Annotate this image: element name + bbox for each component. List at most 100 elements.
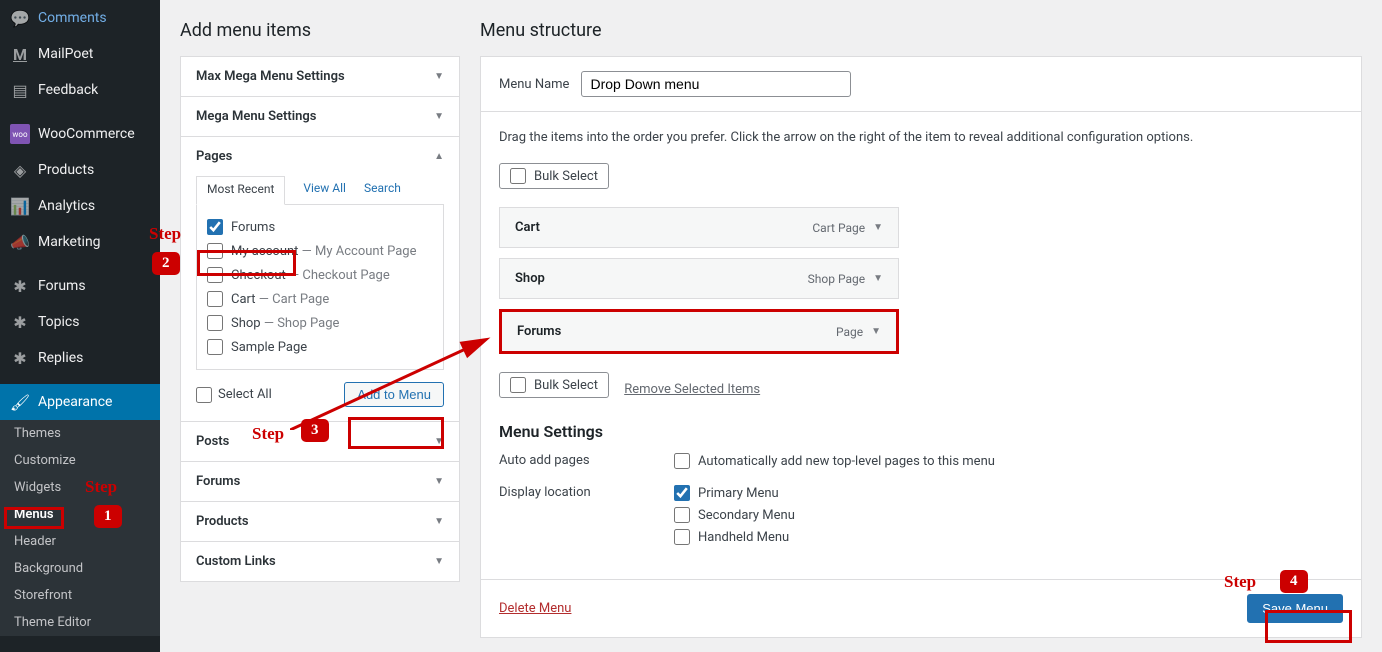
forums-icon: ✱ <box>10 276 30 296</box>
page-item-checkout[interactable]: Checkout — Checkout Page <box>207 263 433 287</box>
panel-custom-links: Custom Links▼ <box>180 541 460 582</box>
handheld-menu-checkbox[interactable] <box>674 529 690 545</box>
sidebar-item-forums[interactable]: ✱Forums <box>0 268 160 304</box>
bulk-select-checkbox-top[interactable] <box>510 168 526 184</box>
sidebar-item-replies[interactable]: ✱Replies <box>0 340 160 376</box>
display-location-options: Primary Menu Secondary Menu Handheld Men… <box>674 485 795 551</box>
select-all-row: Select All Add to Menu <box>196 370 444 407</box>
menu-items-list: Cart Cart Page▼ Shop Shop Page▼ Forums P… <box>499 207 1343 354</box>
submenu-background[interactable]: Background <box>0 555 160 582</box>
page-checkbox-forums[interactable] <box>207 219 223 235</box>
appearance-icon: 🖌 <box>10 392 30 412</box>
panel-header-pages[interactable]: Pages▲ <box>181 137 459 176</box>
submenu-customize[interactable]: Customize <box>0 447 160 474</box>
menu-frame: Menu Name Drag the items into the order … <box>480 56 1362 638</box>
display-option-primary[interactable]: Primary Menu <box>674 485 795 501</box>
panel-header-posts[interactable]: Posts▼ <box>181 422 459 461</box>
panel-header-max-mega-menu[interactable]: Max Mega Menu Settings▼ <box>181 57 459 96</box>
analytics-icon: 📊 <box>10 196 30 216</box>
page-item-cart[interactable]: Cart — Cart Page <box>207 287 433 311</box>
panel-header-products[interactable]: Products▼ <box>181 502 459 541</box>
comments-icon: 💬 <box>10 8 30 28</box>
pages-tabs: Most Recent View All Search <box>196 176 444 205</box>
page-checkbox-checkout[interactable] <box>207 267 223 283</box>
select-all-label[interactable]: Select All <box>196 387 272 403</box>
mailpoet-icon: M <box>10 44 30 64</box>
display-location-row: Display location Primary Menu Secondary … <box>499 485 1343 551</box>
menu-item-shop[interactable]: Shop Shop Page▼ <box>499 258 899 299</box>
chevron-down-icon[interactable]: ▼ <box>873 273 883 284</box>
primary-menu-checkbox[interactable] <box>674 485 690 501</box>
panel-max-mega-menu: Max Mega Menu Settings▼ <box>180 56 460 97</box>
add-to-menu-button[interactable]: Add to Menu <box>344 382 444 407</box>
submenu-widgets[interactable]: Widgets <box>0 474 160 501</box>
tab-most-recent[interactable]: Most Recent <box>196 176 285 205</box>
display-option-handheld[interactable]: Handheld Menu <box>674 529 795 545</box>
select-all-checkbox[interactable] <box>196 387 212 403</box>
page-checkbox-sample-page[interactable] <box>207 339 223 355</box>
admin-sidebar: 💬Comments MMailPoet ▤Feedback wooWooComm… <box>0 0 160 652</box>
panel-forums: Forums▼ <box>180 461 460 502</box>
page-item-shop[interactable]: Shop — Shop Page <box>207 311 433 335</box>
tab-search[interactable]: Search <box>364 176 401 204</box>
sidebar-item-analytics[interactable]: 📊Analytics <box>0 188 160 224</box>
sidebar-item-feedback[interactable]: ▤Feedback <box>0 72 160 108</box>
add-menu-items-title: Add menu items <box>180 0 460 56</box>
page-item-my-account[interactable]: My account — My Account Page <box>207 239 433 263</box>
chevron-down-icon[interactable]: ▼ <box>873 222 883 233</box>
chevron-down-icon[interactable]: ▼ <box>871 326 881 337</box>
bulk-select-label[interactable]: Bulk Select <box>499 163 609 189</box>
page-item-forums[interactable]: Forums <box>207 215 433 239</box>
submenu-menus[interactable]: Menus <box>0 501 160 528</box>
sidebar-item-appearance[interactable]: 🖌Appearance <box>0 384 160 420</box>
instructions-text: Drag the items into the order you prefer… <box>499 130 1343 145</box>
marketing-icon: 📣 <box>10 232 30 252</box>
submenu-header[interactable]: Header <box>0 528 160 555</box>
auto-add-option[interactable]: Automatically add new top-level pages to… <box>674 453 995 469</box>
panel-header-mega-menu[interactable]: Mega Menu Settings▼ <box>181 97 459 136</box>
sidebar-item-topics[interactable]: ✱Topics <box>0 304 160 340</box>
auto-add-row: Auto add pages Automatically add new top… <box>499 453 1343 475</box>
chevron-down-icon: ▼ <box>434 556 444 567</box>
panel-header-forums[interactable]: Forums▼ <box>181 462 459 501</box>
bulk-select-label-bottom[interactable]: Bulk Select <box>499 372 609 398</box>
page-checkbox-my-account[interactable] <box>207 243 223 259</box>
display-location-label: Display location <box>499 485 674 500</box>
save-menu-button[interactable]: Save Menu <box>1247 594 1343 623</box>
chevron-down-icon: ▼ <box>434 516 444 527</box>
sidebar-item-marketing[interactable]: 📣Marketing <box>0 224 160 260</box>
menu-footer: Delete Menu Save Menu <box>481 579 1361 637</box>
menu-item-cart[interactable]: Cart Cart Page▼ <box>499 207 899 248</box>
chevron-up-icon: ▲ <box>434 151 444 162</box>
submenu-themes[interactable]: Themes <box>0 420 160 447</box>
auto-add-checkbox[interactable] <box>674 453 690 469</box>
menu-name-label: Menu Name <box>499 77 569 92</box>
submenu-storefront[interactable]: Storefront <box>0 582 160 609</box>
bulk-select-checkbox-bottom[interactable] <box>510 377 526 393</box>
menu-body: Drag the items into the order you prefer… <box>481 112 1361 579</box>
pages-panel-content: Most Recent View All Search Forums My ac… <box>181 176 459 422</box>
topics-icon: ✱ <box>10 312 30 332</box>
sidebar-item-woocommerce[interactable]: wooWooCommerce <box>0 116 160 152</box>
page-checkbox-cart[interactable] <box>207 291 223 307</box>
display-option-secondary[interactable]: Secondary Menu <box>674 507 795 523</box>
page-checkbox-shop[interactable] <box>207 315 223 331</box>
delete-menu-link[interactable]: Delete Menu <box>499 601 571 616</box>
secondary-menu-checkbox[interactable] <box>674 507 690 523</box>
submenu-theme-editor[interactable]: Theme Editor <box>0 609 160 636</box>
panel-header-custom-links[interactable]: Custom Links▼ <box>181 542 459 581</box>
pages-list: Forums My account — My Account Page Chec… <box>196 205 444 370</box>
woocommerce-icon: woo <box>10 124 30 144</box>
panel-pages: Pages▲ Most Recent View All Search Forum… <box>180 136 460 422</box>
menu-name-row: Menu Name <box>481 57 1361 112</box>
chevron-down-icon: ▼ <box>434 111 444 122</box>
menu-name-input[interactable] <box>581 71 851 97</box>
page-item-sample-page[interactable]: Sample Page <box>207 335 433 359</box>
menu-item-forums[interactable]: Forums Page▼ <box>499 309 899 354</box>
sidebar-item-products[interactable]: ◈Products <box>0 152 160 188</box>
sidebar-item-mailpoet[interactable]: MMailPoet <box>0 36 160 72</box>
add-menu-items-column: Add menu items Max Mega Menu Settings▼ M… <box>180 0 460 632</box>
sidebar-item-comments[interactable]: 💬Comments <box>0 0 160 36</box>
tab-view-all[interactable]: View All <box>303 176 346 204</box>
remove-selected-link: Remove Selected Items <box>624 382 760 397</box>
